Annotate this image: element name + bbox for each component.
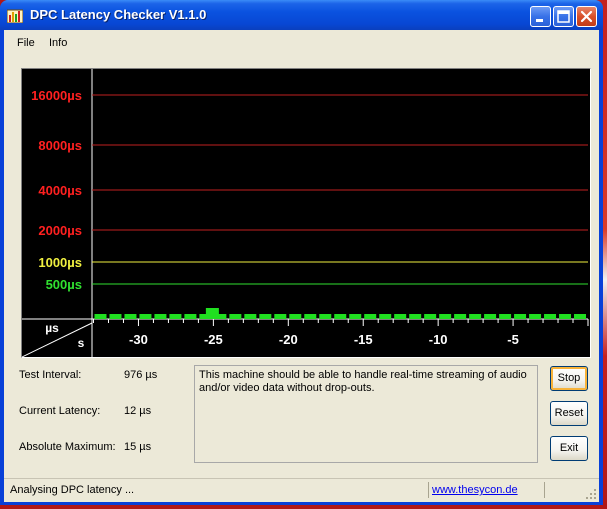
graph-level-label: 16000µs — [31, 88, 82, 103]
minimize-button[interactable] — [530, 6, 551, 27]
latency-bar — [484, 314, 497, 319]
graph-x-tick-label: -10 — [429, 332, 448, 347]
latency-bar — [499, 314, 512, 319]
latency-bar — [364, 314, 377, 319]
latency-bar — [544, 314, 557, 319]
resize-grip-icon[interactable] — [585, 488, 597, 500]
latency-bar — [319, 314, 332, 319]
status-text: Analysing DPC latency ... — [6, 482, 429, 498]
latency-bar — [184, 314, 197, 319]
latency-bar — [439, 314, 452, 319]
latency-graph: 16000µs 8000µs 4000µs 2000µs 1000µs 500µs µs s -… — [21, 68, 591, 358]
graph-level-label: 4000µs — [38, 183, 82, 198]
minimize-icon — [536, 19, 543, 22]
menu-file[interactable]: File — [17, 37, 35, 49]
close-icon — [580, 10, 593, 23]
latency-bar — [349, 314, 362, 319]
latency-bar — [379, 314, 392, 319]
status-bar: Analysing DPC latency ... www.thesycon.d… — [4, 478, 599, 502]
latency-bar — [559, 314, 572, 319]
graph-level-label: 2000µs — [38, 223, 82, 238]
absolute-max-label: Absolute Maximum: — [19, 441, 116, 453]
close-button[interactable] — [576, 6, 597, 27]
app-window: DPC Latency Checker V1.1.0 File Info 160… — [0, 0, 603, 505]
maximize-icon — [557, 10, 570, 23]
graph-unit-y: µs — [45, 321, 59, 335]
title-bar[interactable]: DPC Latency Checker V1.1.0 — [0, 0, 603, 30]
latency-bar — [469, 314, 482, 319]
window-client-area: File Info 16000µs 8000µs 4000µs 2000µs 1000µ… — [4, 30, 599, 502]
latency-bar — [109, 314, 122, 319]
latency-bar — [394, 314, 407, 319]
website-link[interactable]: www.thesycon.de — [432, 482, 518, 498]
latency-bar — [514, 314, 527, 319]
latency-bar — [244, 314, 257, 319]
latency-bar — [334, 314, 347, 319]
latency-bar — [154, 314, 167, 319]
graph-level-label: 1000µs — [38, 255, 82, 270]
test-interval-value: 976 µs — [124, 369, 158, 381]
graph-level-label: 500µs — [46, 277, 82, 292]
latency-bar — [289, 314, 302, 319]
test-interval-label: Test Interval: — [19, 369, 82, 381]
latency-bar — [94, 314, 107, 319]
latency-bar — [409, 314, 422, 319]
reset-button[interactable]: Reset — [550, 401, 588, 426]
latency-bar — [124, 314, 137, 319]
graph-level-label: 8000µs — [38, 138, 82, 153]
latency-bar — [139, 314, 152, 319]
current-latency-value: 12 µs — [124, 405, 152, 417]
latency-bar — [424, 314, 437, 319]
graph-unit-x: s — [78, 336, 85, 350]
latency-bar — [454, 314, 467, 319]
window-title: DPC Latency Checker V1.1.0 — [30, 7, 207, 22]
latency-spike-bar — [205, 308, 219, 319]
menu-bar: File Info — [4, 30, 599, 52]
app-icon — [7, 9, 23, 23]
latency-bar — [229, 314, 242, 319]
graph-x-tick-label: -30 — [129, 332, 148, 347]
latency-bar — [304, 314, 317, 319]
maximize-button[interactable] — [553, 6, 574, 27]
latency-bar — [259, 314, 272, 319]
graph-x-tick-label: -5 — [507, 332, 519, 347]
latency-graph-canvas: 16000µs 8000µs 4000µs 2000µs 1000µs 500µs µs s -… — [22, 69, 589, 357]
graph-x-tick-label: -15 — [354, 332, 373, 347]
current-latency-label: Current Latency: — [19, 405, 101, 417]
status-divider — [544, 482, 545, 498]
absolute-max-value: 15 µs — [124, 441, 152, 453]
exit-button[interactable]: Exit — [550, 436, 588, 461]
latency-bar — [529, 314, 542, 319]
latency-bar — [574, 314, 586, 319]
stop-button[interactable]: Stop — [550, 366, 588, 391]
status-message-box: This machine should be able to handle re… — [194, 365, 538, 463]
latency-bar — [274, 314, 287, 319]
graph-x-tick-label: -25 — [204, 332, 223, 347]
menu-info[interactable]: Info — [49, 37, 67, 49]
graph-x-tick-label: -20 — [279, 332, 298, 347]
latency-bar — [169, 314, 182, 319]
